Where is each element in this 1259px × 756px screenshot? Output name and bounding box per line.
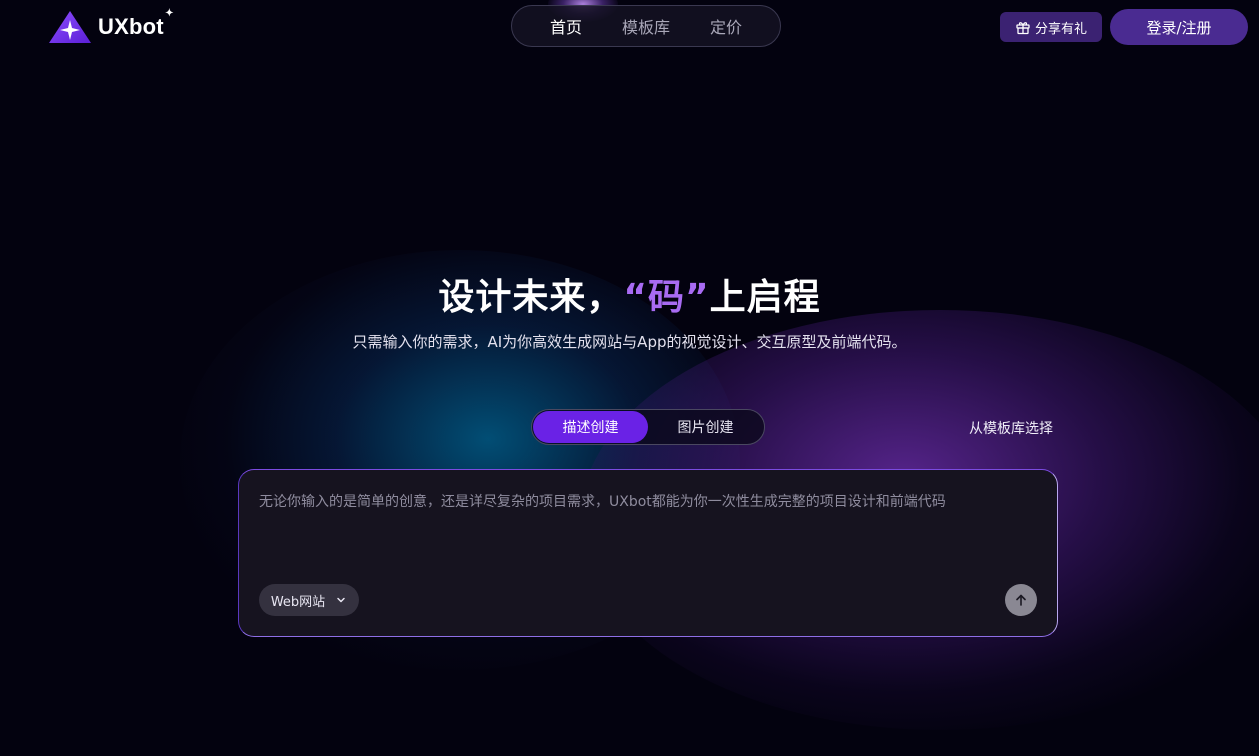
prompt-box: Web网站 [238, 469, 1058, 637]
gift-icon [1016, 22, 1030, 35]
share-reward-label: 分享有礼 [1034, 21, 1087, 37]
platform-select-value: Web网站 [270, 594, 326, 610]
hero-subtitle: 只需输入你的需求，AI为你高效生成网站与App的视觉设计、交互原型及前端代码。 [352, 333, 907, 351]
arrow-up-icon [1016, 594, 1026, 606]
uxbot-logo-icon [49, 11, 91, 43]
main-nav: 首页 模板库 定价 [511, 5, 781, 47]
share-reward-button[interactable]: 分享有礼 [1000, 12, 1102, 42]
tab-image-create[interactable]: 图片创建 [648, 411, 763, 443]
send-button[interactable] [1005, 584, 1037, 616]
hero-title-accent: “码” [623, 277, 710, 318]
hero-title-main: 设计未来， [438, 277, 624, 318]
logo[interactable]: UXbot ✦ [48, 8, 174, 44]
platform-select[interactable]: Web网站 [259, 584, 359, 616]
login-register-button[interactable]: 登录/注册 [1110, 9, 1248, 45]
choose-from-templates-link[interactable]: 从模板库选择 [969, 418, 1053, 438]
create-mode-tabs: 描述创建 图片创建 [531, 409, 765, 445]
page: UXbot ✦ 首页 模板库 定价 分享有礼 登录/注册 设计未来，“码”上启程… [0, 0, 1259, 756]
header: UXbot ✦ 首页 模板库 定价 分享有礼 登录/注册 [0, 0, 1259, 56]
chevron-down-icon [337, 597, 345, 603]
logo-text: UXbot ✦ [98, 8, 174, 40]
tab-describe-create[interactable]: 描述创建 [533, 411, 648, 443]
nav-item-pricing[interactable]: 定价 [710, 14, 742, 38]
nav-item-home[interactable]: 首页 [550, 14, 582, 38]
hero-title: 设计未来，“码”上启程 [0, 268, 1259, 320]
brand-name: UXbot [98, 14, 164, 39]
prompt-input[interactable] [259, 490, 1035, 570]
nav-item-templates[interactable]: 模板库 [622, 14, 670, 38]
sparkle-icon: ✦ [165, 8, 174, 19]
hero-title-end: 上启程 [709, 277, 821, 318]
